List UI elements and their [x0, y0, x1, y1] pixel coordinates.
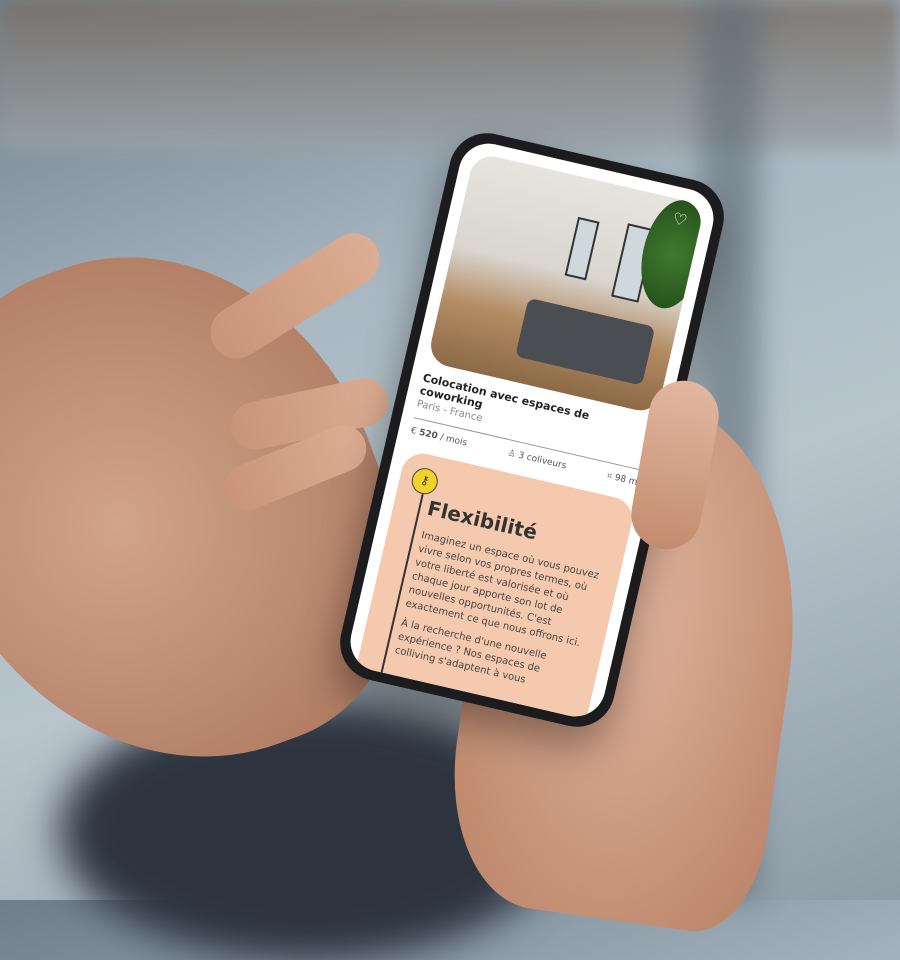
sofa [515, 297, 656, 386]
feature-card: ⚷ Flexibilité Imaginez un espace où vous… [344, 449, 637, 723]
people-stat: ♙ 3 coliveurs [506, 448, 568, 472]
listing-photo[interactable]: ♡ [426, 152, 706, 415]
plant [631, 193, 706, 315]
background-ceiling [0, 0, 900, 150]
window [564, 216, 600, 281]
key-icon: ⚷ [409, 465, 441, 497]
price-stat: € 520 / mois [409, 425, 468, 449]
